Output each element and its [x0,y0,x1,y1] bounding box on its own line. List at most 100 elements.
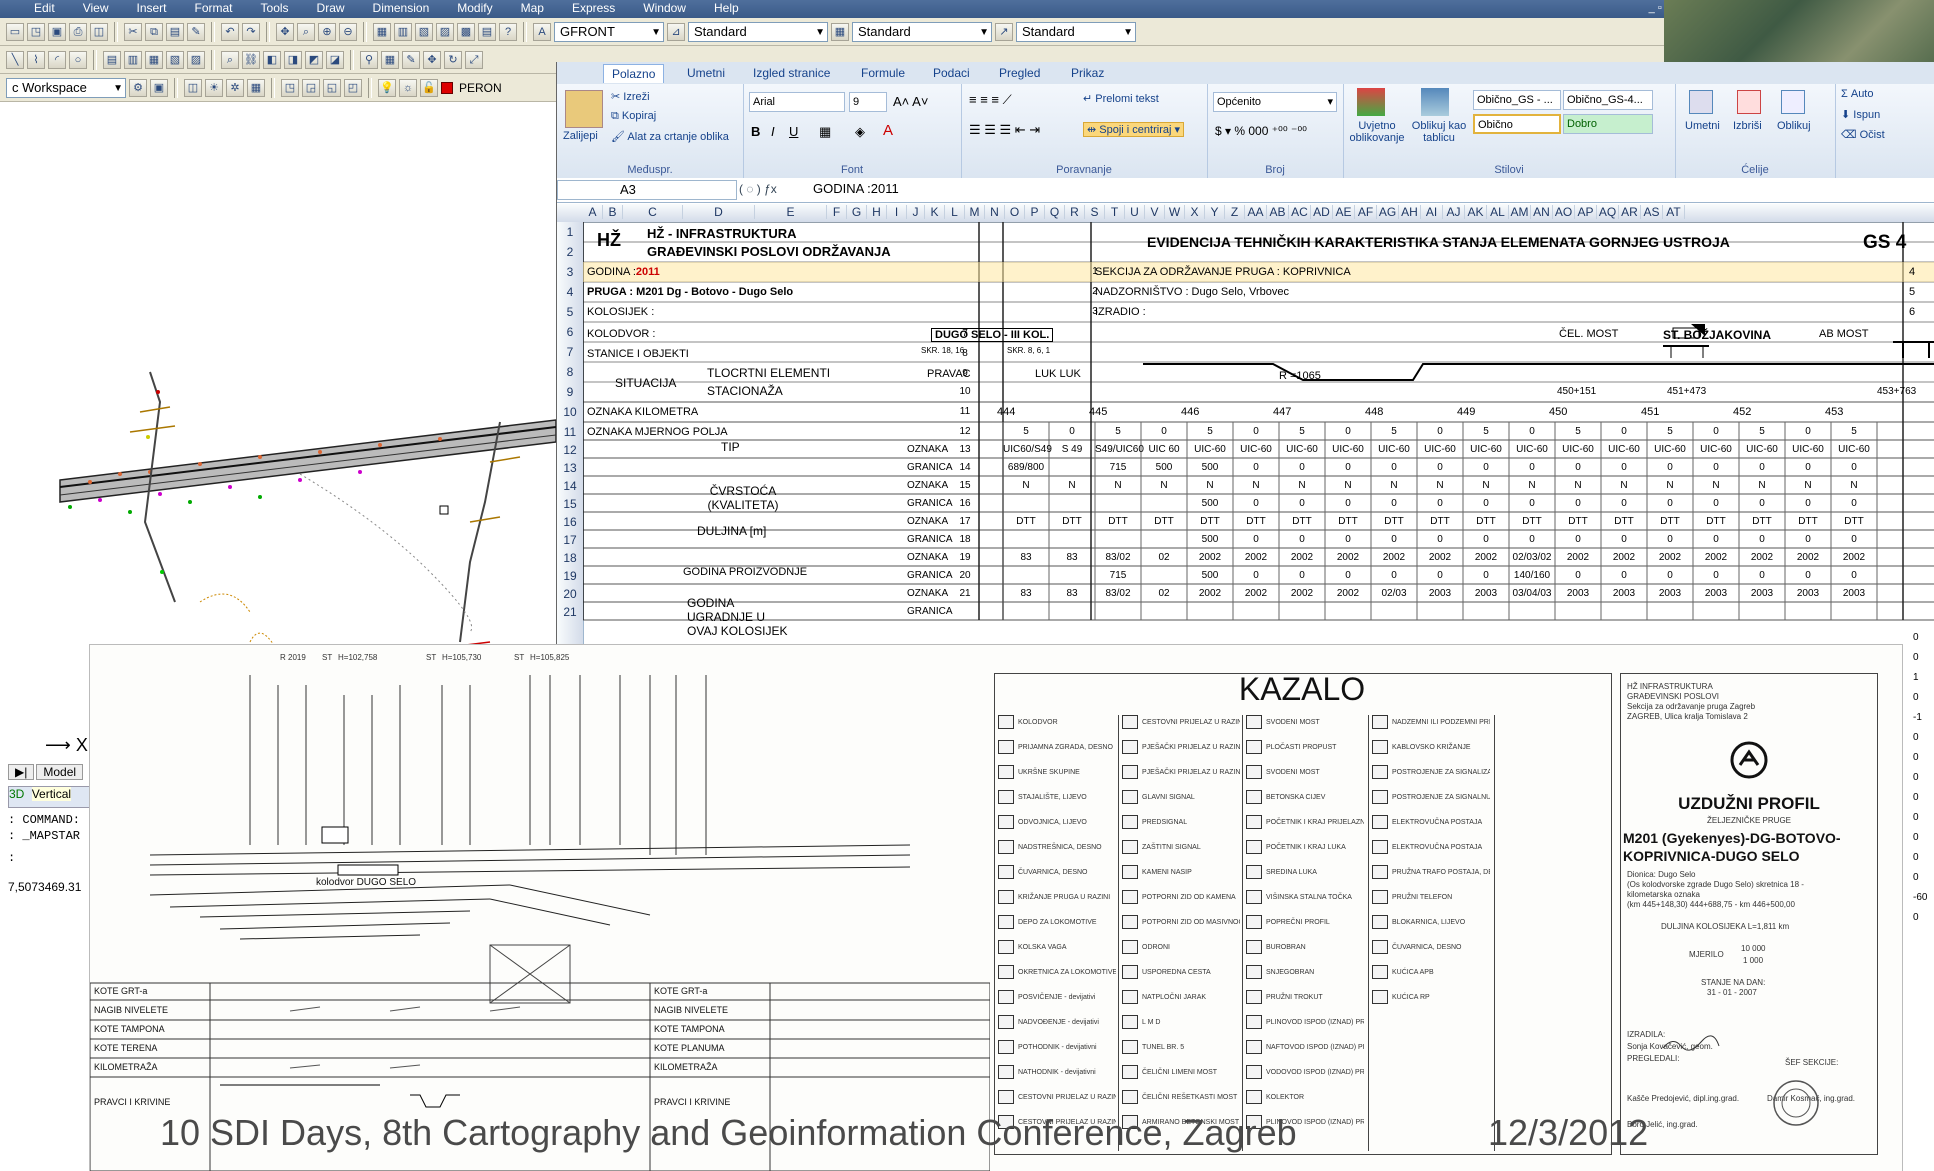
value-cell[interactable]: 0 [1785,498,1831,509]
edge-value-cell[interactable]: 0 [1913,872,1919,883]
value-cell[interactable]: 2003 [1831,588,1877,599]
value-cell[interactable]: 83 [1003,552,1049,563]
value-cell[interactable]: DTT [1463,516,1509,527]
column-header[interactable]: X [1185,205,1205,219]
workspace-settings-icon[interactable]: ⚙ [129,78,147,97]
value-cell[interactable]: UIC60/S49 [1003,444,1052,455]
column-header[interactable]: P [1025,205,1045,219]
column-header[interactable]: C [623,205,683,219]
arc-icon[interactable]: ◜ [48,50,66,69]
value-cell[interactable]: 5 [1647,426,1693,437]
circle-icon[interactable]: ○ [69,50,87,69]
undo-icon[interactable]: ↶ [221,22,239,41]
delete-icon[interactable] [1737,90,1761,114]
sun-icon[interactable]: ☼ [399,78,417,97]
column-header[interactable]: AM [1509,205,1531,219]
save-icon[interactable]: ▣ [48,22,66,41]
value-cell[interactable]: 0 [1371,462,1417,473]
column-header[interactable]: Q [1045,205,1065,219]
name-box[interactable]: A3 [557,180,737,200]
value-cell[interactable]: DTT [1555,516,1601,527]
menu-tools[interactable]: Tools [247,1,303,15]
lock-icon[interactable]: 🔓 [420,78,438,97]
column-header[interactable]: O [1005,205,1025,219]
wrap-text-button[interactable]: ↵ Prelomi tekst [1083,92,1159,105]
value-cell[interactable]: 2002 [1279,552,1325,563]
value-cell[interactable]: N [1739,480,1785,491]
redo-icon[interactable]: ↷ [242,22,260,41]
edge-value-cell[interactable]: 0 [1913,792,1919,803]
layer-iso-icon[interactable]: ◲ [302,78,320,97]
tab-prikaz[interactable]: Prikaz [1071,66,1104,80]
map-attach-icon[interactable]: ⛓ [242,50,260,69]
value-cell[interactable]: 500 [1187,498,1233,509]
value-cell[interactable]: 2002 [1233,588,1279,599]
help-icon[interactable]: ? [499,22,517,41]
value-cell[interactable]: 0 [1279,570,1325,581]
column-header[interactable]: S [1085,205,1105,219]
value-cell[interactable]: 715 [1095,570,1141,581]
insert-icon[interactable]: ▧ [166,50,184,69]
value-cell[interactable]: DTT [1095,516,1141,527]
value-cell[interactable]: 140/160 [1509,570,1555,581]
value-cell[interactable]: 5 [1279,426,1325,437]
value-cell[interactable]: S49/UIC60 [1095,444,1144,455]
cut-button[interactable]: ✂ Izreži [611,90,650,103]
style-obicno-gs4[interactable]: Obično_GS-4... [1563,90,1653,110]
layer-match-icon[interactable]: ◰ [344,78,362,97]
format-table-button[interactable]: Oblikuj kao tablicu [1409,120,1469,144]
value-cell[interactable]: DTT [1325,516,1371,527]
design-center-icon[interactable]: ▥ [394,22,412,41]
value-cell[interactable]: UIC-60 [1601,444,1647,455]
value-cell[interactable]: 0 [1371,570,1417,581]
value-cell[interactable]: 02/03/02 [1509,552,1555,563]
pan-icon[interactable]: ✥ [276,22,294,41]
value-cell[interactable]: N [1049,480,1095,491]
value-cell[interactable]: UIC-60 [1831,444,1877,455]
value-cell[interactable]: 0 [1049,426,1095,437]
layer-freeze-icon[interactable]: ✲ [226,78,244,97]
value-cell[interactable]: DTT [1693,516,1739,527]
column-header[interactable]: R [1065,205,1085,219]
column-header[interactable]: AF [1355,205,1377,219]
border-icon[interactable]: ▦ [819,124,831,140]
value-cell[interactable]: N [1187,480,1233,491]
plot-icon[interactable]: ⎙ [69,22,87,41]
workspace-save-icon[interactable]: ▣ [150,78,168,97]
merge-center-button[interactable]: ⇹ Spoji i centriraj ▾ [1083,122,1184,137]
value-cell[interactable]: 2002 [1463,552,1509,563]
value-cell[interactable]: 02 [1141,588,1187,599]
value-cell[interactable]: 0 [1693,462,1739,473]
value-cell[interactable]: 0 [1417,426,1463,437]
format-table-icon[interactable] [1421,88,1449,116]
multileader-style-select[interactable]: Standard ▼ [1016,21,1136,42]
value-cell[interactable]: DTT [1417,516,1463,527]
value-cell[interactable]: DTT [1279,516,1325,527]
value-cell[interactable]: N [1417,480,1463,491]
copy-icon[interactable]: ⧉ [145,22,163,41]
value-cell[interactable]: 0 [1325,498,1371,509]
value-cell[interactable]: 689/800 [1003,462,1049,473]
map-query-icon[interactable]: ⌕ [221,50,239,69]
multileader-style-icon[interactable]: ↗ [995,22,1013,41]
value-cell[interactable]: 0 [1233,498,1279,509]
value-cell[interactable]: N [1831,480,1877,491]
value-cell[interactable]: 0 [1509,498,1555,509]
column-header[interactable]: E [755,205,827,219]
value-cell[interactable]: 5 [1187,426,1233,437]
value-cell[interactable]: 0 [1371,534,1417,545]
preview-icon[interactable]: ◫ [90,22,108,41]
value-cell[interactable]: UIC-60 [1187,444,1233,455]
workspace-select[interactable]: c Workspace ▼ [6,77,126,98]
tool-palette-icon[interactable]: ▧ [415,22,433,41]
conditional-format-icon[interactable] [1357,88,1385,116]
value-cell[interactable]: 83 [1049,588,1095,599]
value-cell[interactable]: S 49 [1049,444,1095,455]
column-header[interactable]: K [925,205,945,219]
value-cell[interactable]: 0 [1463,498,1509,509]
value-cell[interactable]: 0 [1785,570,1831,581]
value-cell[interactable]: 0 [1417,498,1463,509]
number-format-select[interactable]: Općenito ▾ [1213,92,1337,112]
value-cell[interactable]: 0 [1325,570,1371,581]
value-cell[interactable]: 5 [1371,426,1417,437]
